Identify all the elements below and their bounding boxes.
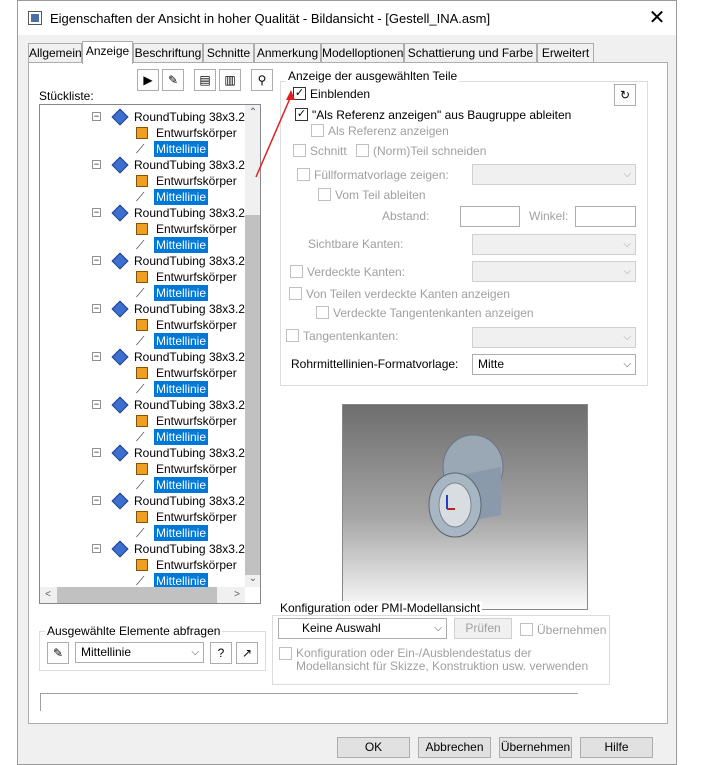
tab-anzeige[interactable]: Anzeige: [82, 41, 133, 64]
annotation-arrow-icon: [255, 90, 295, 178]
